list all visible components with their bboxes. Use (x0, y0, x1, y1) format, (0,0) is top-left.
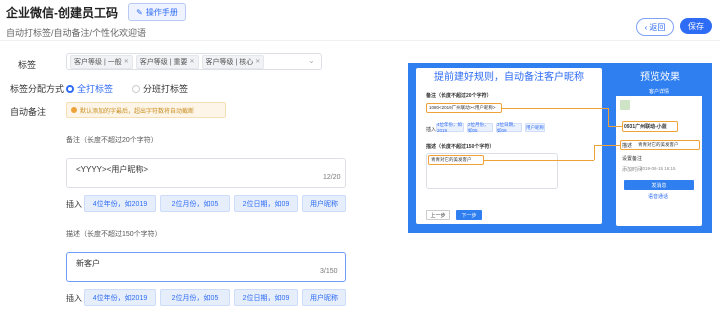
connector-line (608, 126, 622, 127)
assign-label: 标签分配方式 (10, 84, 65, 94)
desc-field-label: 描述（长度不超过150个字符） (66, 231, 162, 238)
phone-desc: 青青对它的美发客户 (638, 142, 679, 147)
phone-name: 0931广州联动-小蓝 (624, 124, 667, 130)
insert-label: 插入 (66, 294, 82, 303)
tag-chip: 客户等级 | 一般 ✕ (70, 54, 133, 69)
radio-all-tags[interactable]: 全打标签 (66, 82, 113, 95)
preview-note-value: 1080<2019广州联动><用户昵称> (429, 105, 496, 110)
connector-line (594, 145, 595, 160)
connector-line (502, 108, 608, 109)
manual-button[interactable]: ✎ 操作手册 (128, 3, 186, 21)
chevron-down-icon[interactable]: ⌄ (308, 56, 315, 65)
note-count: 12/20 (323, 174, 341, 181)
preview-chip: 用户昵称 (525, 123, 545, 132)
phone-call: 语音通话 (648, 194, 669, 200)
tag-chip: 客户等级 | 重要 ✕ (135, 54, 199, 69)
insert-month-chip[interactable]: 2位月份，如05 (160, 289, 230, 306)
avatar (620, 100, 630, 110)
preview-next-button: 下一步 (456, 210, 482, 220)
insert-nickname-chip[interactable]: 用户昵称 (302, 289, 346, 306)
phone-header: 客户详情 (616, 86, 702, 96)
chevron-left-icon: ‹ (644, 22, 648, 32)
phone-time: 2019-06-15 16:15 (640, 166, 676, 171)
desc-value: 新客户 (76, 259, 100, 268)
header-divider (0, 40, 720, 41)
connector-line (594, 145, 620, 146)
connector-line (608, 108, 609, 127)
insert-nickname-chip[interactable]: 用户昵称 (302, 195, 346, 212)
tag-text: 客户等级 | 核心 (205, 58, 254, 66)
manual-button-label: 操作手册 (145, 7, 178, 17)
preview-right-title: 预览效果 (640, 72, 680, 83)
preview-desc-section: 描述（长度不超过150个字符） (426, 144, 495, 150)
tag-text: 客户等级 | 一般 (74, 58, 122, 66)
radio-unchecked-icon (132, 84, 140, 93)
preview-prev-button: 上一步 (426, 210, 450, 220)
phone-send-button: 发消息 (624, 180, 694, 190)
connector-line (484, 160, 594, 161)
radio-class-tags[interactable]: 分班打标签 (132, 82, 188, 95)
tags-label: 标签 (18, 60, 37, 70)
insert-day-chip[interactable]: 2位日期，如09 (234, 195, 298, 212)
preview-chip: 2位日期，如09 (496, 122, 522, 133)
warning-icon (71, 107, 77, 113)
warning-text: 默认添加的字最后，超出字符数将自动截断 (80, 108, 195, 115)
preview-chip: 4位年份，如2019 (436, 122, 464, 133)
close-icon[interactable]: ✕ (189, 58, 194, 65)
preview-note-section: 备注（长度不超过20个字符） (426, 93, 492, 99)
radio-label: 全打标签 (77, 84, 114, 94)
back-button-label: 返回 (649, 22, 666, 32)
preview-chip: 2位月份，如05 (467, 122, 493, 133)
tag-text: 客户等级 | 重要 (139, 58, 188, 66)
desc-textarea[interactable] (66, 252, 346, 282)
tags-select[interactable]: 客户等级 | 一般 ✕ 客户等级 | 重要 ✕ 客户等级 | 核心 ✕ (66, 53, 322, 70)
note-field-label: 备注（长度不超过20个字符） (66, 137, 158, 144)
preview-desc-value: 青青对它的美发客户 (431, 157, 472, 162)
radio-label: 分班打标签 (143, 84, 189, 94)
phone-time-label: 添加时间 (622, 167, 643, 173)
radio-checked-icon (66, 84, 74, 93)
page-title: 企业微信-创建员工码 (6, 6, 118, 20)
close-icon[interactable]: ✕ (255, 58, 260, 65)
desc-count: 3/150 (320, 268, 338, 275)
preview-insert-label: 插入 (426, 127, 437, 133)
insert-label: 插入 (66, 200, 82, 209)
warning-banner: 默认添加的字最后，超出字符数将自动截断 (66, 102, 226, 118)
save-button[interactable]: 保存 (680, 18, 712, 34)
insert-month-chip[interactable]: 2位月份，如05 (160, 195, 230, 212)
insert-year-chip[interactable]: 4位年份，如2019 (84, 195, 156, 212)
insert-day-chip[interactable]: 2位日期，如09 (234, 289, 298, 306)
phone-desc-label: 描述 (622, 143, 633, 149)
breadcrumb: 自动打标签/自动备注/个性化欢迎语 (6, 28, 147, 38)
phone-setting: 设置备注 (622, 156, 643, 162)
preview-left-title: 提前建好规则，自动备注客户昵称 (434, 72, 584, 83)
book-icon: ✎ (136, 7, 143, 17)
tag-chip: 客户等级 | 核心 ✕ (201, 54, 265, 69)
back-button[interactable]: ‹ 返回 (636, 18, 674, 36)
insert-year-chip[interactable]: 4位年份，如2019 (84, 289, 156, 306)
auto-note-label: 自动备注 (10, 107, 47, 117)
note-value: <YYYY><用户昵称> (76, 165, 149, 174)
close-icon[interactable]: ✕ (124, 58, 129, 65)
